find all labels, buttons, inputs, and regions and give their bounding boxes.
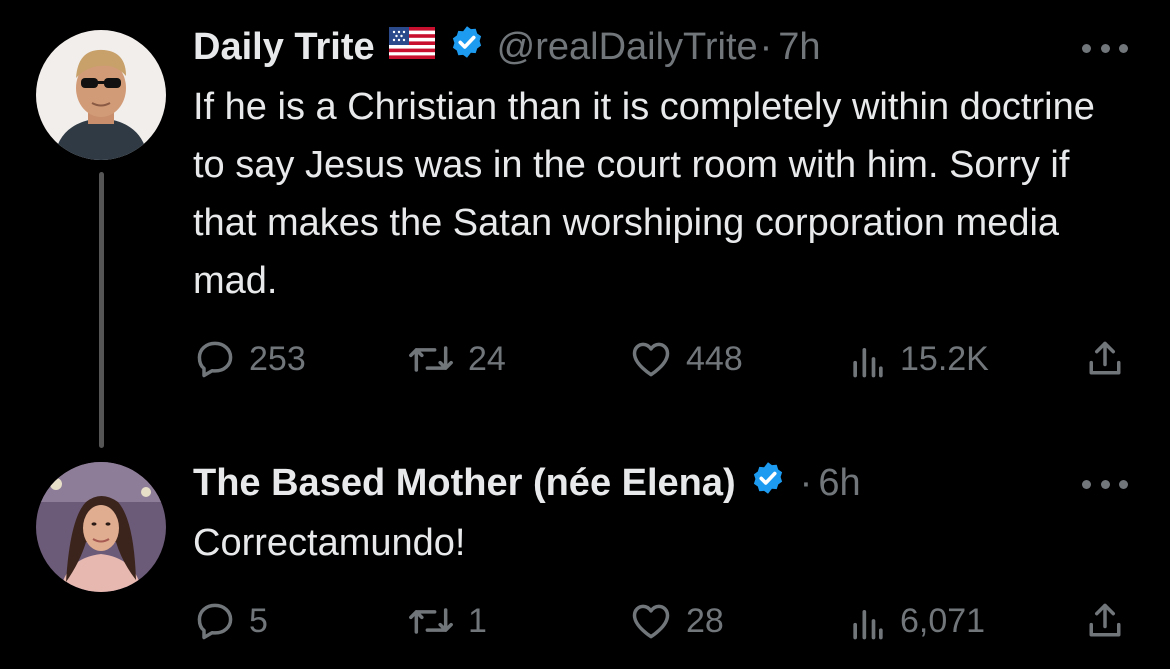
retweet-button[interactable]: 1: [406, 596, 487, 646]
view-count: 15.2K: [900, 339, 989, 378]
reply-icon: [193, 337, 237, 381]
view-count: 6,071: [900, 601, 986, 640]
more-options-icon[interactable]: [1082, 474, 1128, 494]
retweet-icon: [406, 337, 456, 381]
like-count: 448: [686, 339, 743, 378]
tweet-text: Correctamundo!: [193, 522, 466, 564]
author-handle[interactable]: @realDailyTrite: [497, 26, 758, 68]
like-button[interactable]: 28: [628, 596, 724, 646]
views-button[interactable]: 6,071: [848, 596, 985, 646]
tweet-actions: 5 1 28 6,071: [193, 596, 1133, 646]
retweet-button[interactable]: 24: [406, 334, 506, 384]
reply-button[interactable]: 253: [193, 334, 306, 384]
like-button[interactable]: 448: [628, 334, 743, 384]
heart-icon: [628, 337, 674, 381]
author-name[interactable]: Daily Trite: [193, 25, 375, 69]
retweet-icon: [406, 599, 456, 643]
reply-button[interactable]: 5: [193, 596, 268, 646]
retweet-count: 1: [468, 601, 487, 640]
share-icon: [1083, 337, 1127, 381]
thread-connector: [99, 172, 104, 448]
tweet-text: If he is a Christian than it is complete…: [193, 86, 1095, 302]
avatar[interactable]: [36, 30, 166, 160]
views-bar-chart-icon: [848, 337, 888, 381]
share-icon: [1083, 599, 1127, 643]
reply-count: 253: [249, 339, 306, 378]
tweet-time[interactable]: 6h: [818, 462, 860, 504]
tweet-meta: · 6h: [798, 461, 861, 505]
heart-icon: [628, 599, 674, 643]
like-count: 28: [686, 601, 724, 640]
more-options-icon[interactable]: [1082, 38, 1128, 58]
tweet-time[interactable]: 7h: [778, 26, 820, 68]
meta-separator: ·: [799, 462, 813, 504]
retweet-count: 24: [468, 339, 506, 378]
tweet-header: Daily Trite @realDailyTrite· 7h: [193, 24, 821, 70]
avatar[interactable]: [36, 462, 166, 592]
reply-icon: [193, 599, 237, 643]
tweet-header: The Based Mother (née Elena) · 6h: [193, 460, 861, 506]
author-name[interactable]: The Based Mother (née Elena): [193, 461, 736, 505]
tweet-actions: 253 24 448 15.2K: [193, 334, 1133, 384]
us-flag-icon: [388, 25, 435, 69]
share-button[interactable]: [1083, 334, 1127, 384]
tweet-meta: @realDailyTrite· 7h: [497, 25, 821, 69]
share-button[interactable]: [1083, 596, 1127, 646]
reply-count: 5: [249, 601, 268, 640]
verified-badge-icon[interactable]: [750, 460, 786, 506]
views-button[interactable]: 15.2K: [848, 334, 989, 384]
verified-badge-icon[interactable]: [449, 24, 485, 70]
meta-separator: ·: [759, 26, 773, 68]
views-bar-chart-icon: [848, 599, 888, 643]
